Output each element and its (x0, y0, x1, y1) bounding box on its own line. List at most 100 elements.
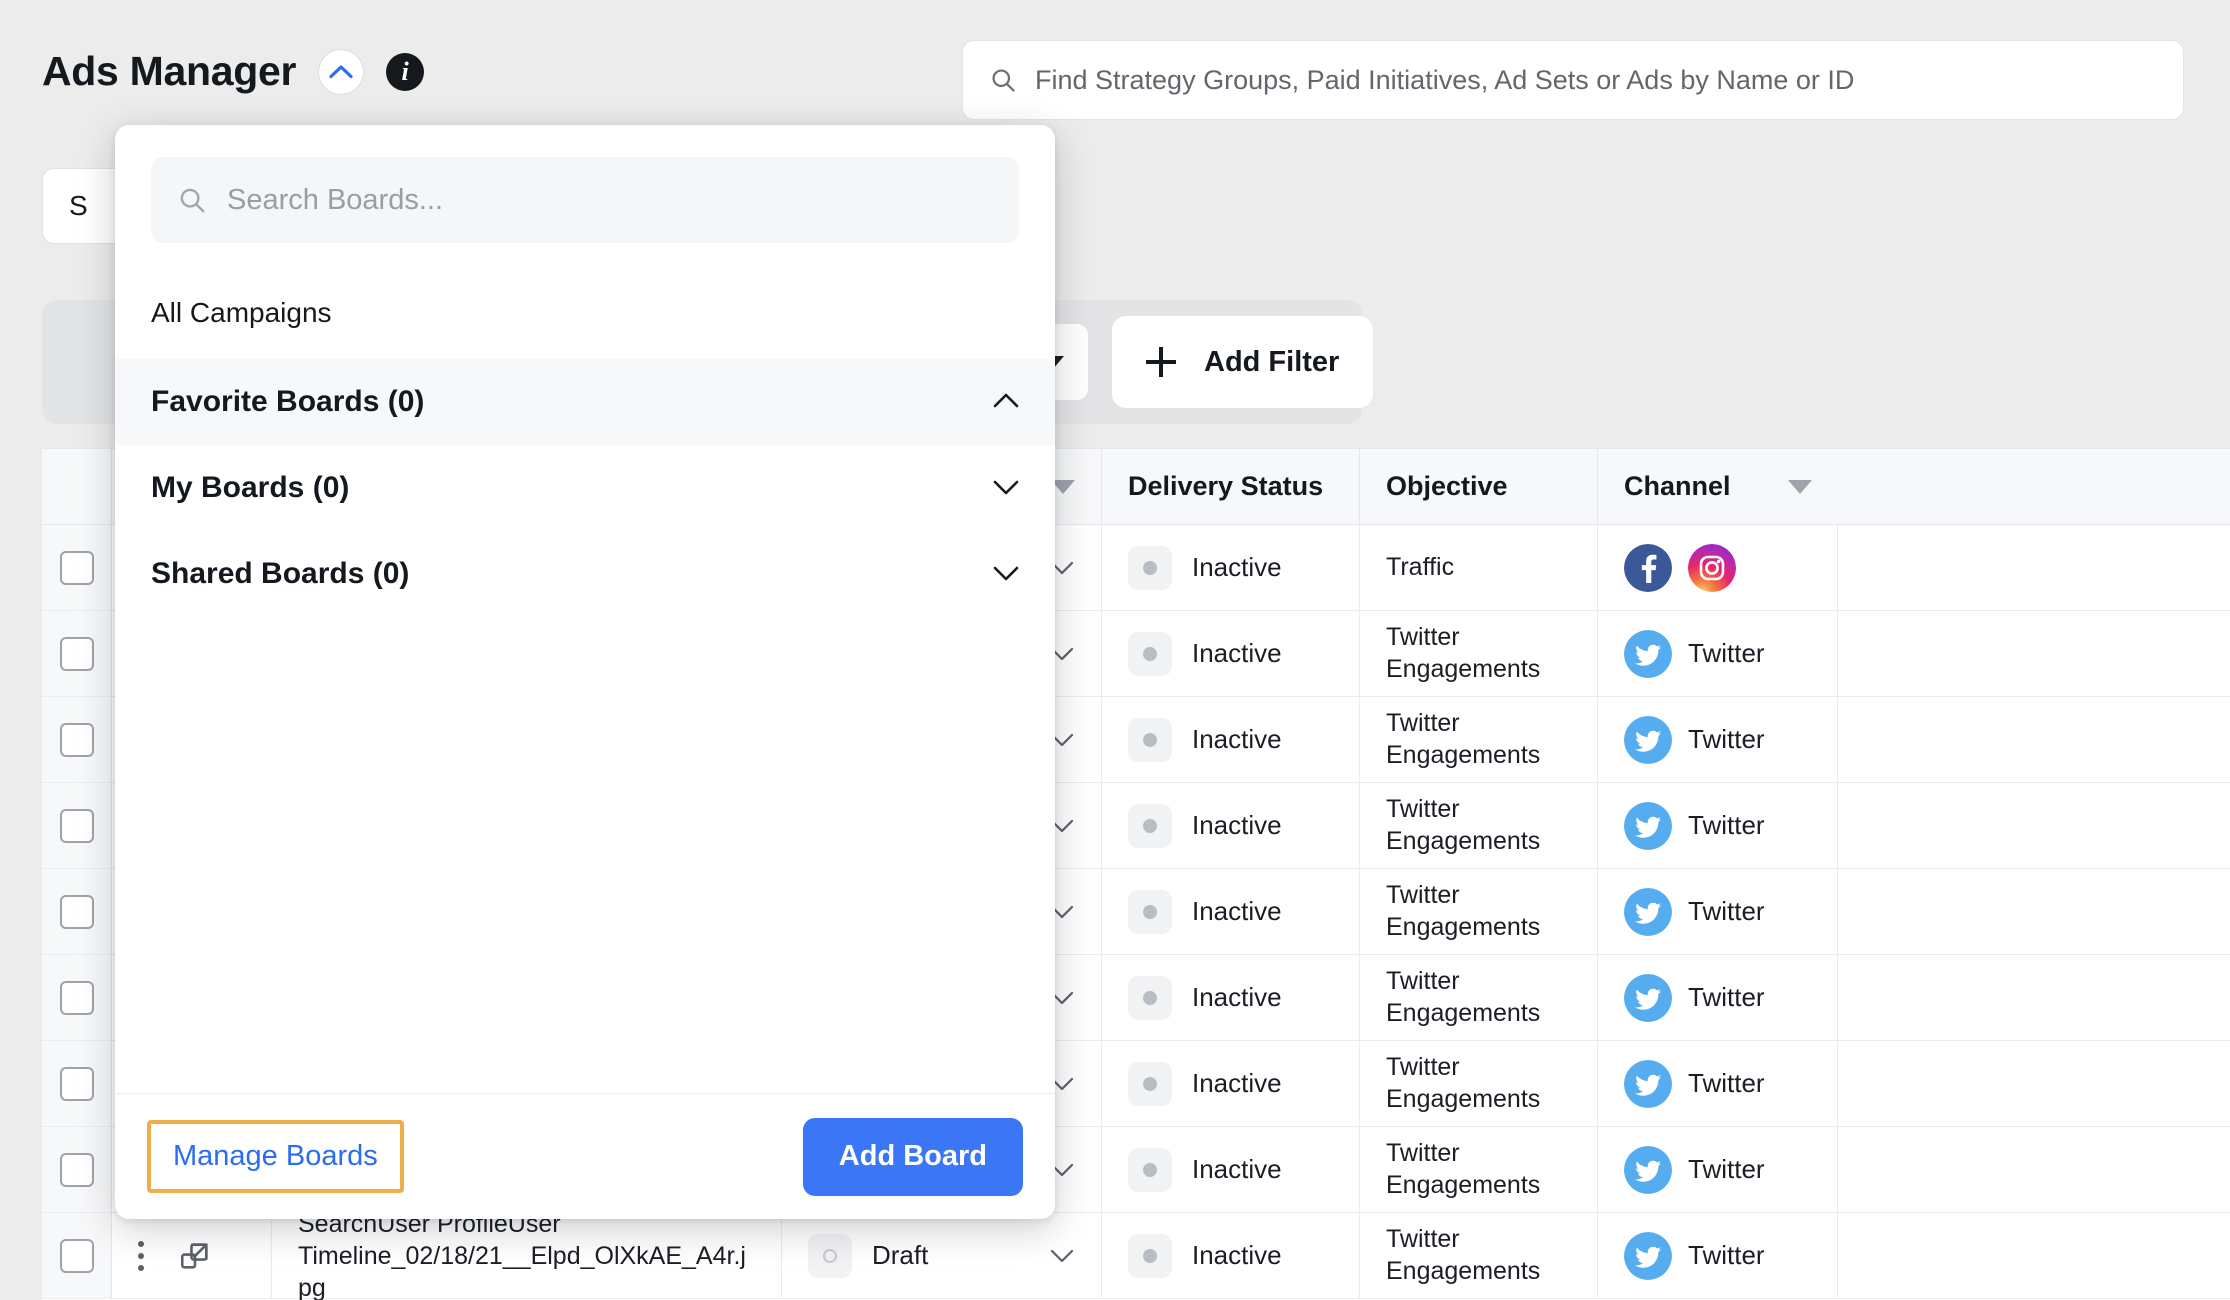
top-bar: Ads Manager i Find Strategy Groups, Paid… (0, 0, 2230, 138)
row-checkbox[interactable] (59, 550, 94, 585)
search-icon (992, 69, 1015, 92)
boards-popover: Search Boards... All Campaigns Favorite … (115, 125, 1055, 1219)
row-channel-label: Twitter (1688, 982, 1765, 1012)
row-delivery-label: Inactive (1192, 1068, 1282, 1098)
row-objective-cell: Twitter Engagements (1360, 1213, 1598, 1298)
row-channel-cell: Twitter (1598, 1127, 1838, 1212)
delivery-indicator-icon (1128, 1147, 1172, 1192)
boards-search-placeholder: Search Boards... (227, 183, 443, 216)
row-delivery-label: Inactive (1192, 724, 1282, 754)
row-select-cell[interactable] (42, 525, 112, 610)
row-delivery-label: Inactive (1192, 1154, 1282, 1184)
row-delivery-cell: Inactive (1102, 869, 1360, 954)
row-checkbox[interactable] (59, 1238, 94, 1273)
row-channel-cell: Twitter (1598, 955, 1838, 1040)
row-delivery-label: Inactive (1192, 982, 1282, 1012)
add-filter-label: Add Filter (1204, 345, 1340, 378)
manage-boards-link[interactable]: Manage Boards (147, 1120, 404, 1193)
row-name-label: SearchUser ProfileUser Timeline_02/18/21… (298, 1209, 746, 1300)
row-select-cell[interactable] (42, 1127, 112, 1212)
row-select-cell[interactable] (42, 869, 112, 954)
boards-group-label: Favorite Boards (0) (151, 385, 425, 418)
row-checkbox[interactable] (59, 722, 94, 757)
twitter-icon (1624, 629, 1672, 678)
row-objective-cell: Twitter Engagements (1360, 1041, 1598, 1126)
chevron-up-icon[interactable] (318, 48, 365, 95)
row-delivery-label: Inactive (1192, 896, 1282, 926)
twitter-icon (1624, 1059, 1672, 1108)
title-group: Ads Manager i (42, 48, 425, 95)
row-name-cell: SearchUser ProfileUser Timeline_02/18/21… (272, 1210, 782, 1300)
row-checkbox[interactable] (59, 636, 94, 671)
twitter-icon (1624, 1231, 1672, 1280)
chevron-down-icon (1050, 1249, 1074, 1262)
row-channel-label: Twitter (1688, 1240, 1765, 1270)
row-objective-label: Twitter Engagements (1386, 967, 1541, 1027)
boards-popover-footer: Manage Boards Add Board (115, 1093, 1055, 1219)
delivery-indicator-icon (1128, 545, 1172, 590)
row-channel-cell: Twitter (1598, 869, 1838, 954)
row-channel-cell (1598, 525, 1838, 610)
row-select-cell[interactable] (42, 1213, 112, 1298)
table-row[interactable]: SearchUser ProfileUser Timeline_02/18/21… (42, 1210, 2230, 1300)
twitter-icon (1624, 973, 1672, 1022)
row-channel-label: Twitter (1688, 724, 1765, 754)
row-channel-cell: Twitter (1598, 1213, 1838, 1298)
row-channel-cell: Twitter (1598, 783, 1838, 868)
boards-group-1[interactable]: My Boards (0) (115, 445, 1055, 531)
row-checkbox[interactable] (59, 808, 94, 843)
column-header-delivery-status[interactable]: Delivery Status (1102, 449, 1360, 524)
row-checkbox[interactable] (59, 894, 94, 929)
board-selector-label: S (69, 190, 88, 221)
row-channel-label: Twitter (1688, 638, 1765, 668)
row-select-cell[interactable] (42, 697, 112, 782)
chevron-down-icon[interactable] (993, 471, 1019, 505)
add-filter-button[interactable]: Add Filter (1112, 316, 1374, 408)
info-glyph: i (401, 56, 409, 86)
row-delivery-label: Inactive (1192, 1240, 1282, 1270)
column-header-delivery-status-label: Delivery Status (1128, 471, 1324, 501)
info-icon[interactable]: i (386, 52, 425, 91)
global-search-input[interactable]: Find Strategy Groups, Paid Initiatives, … (962, 40, 2184, 120)
delivery-indicator-icon (1128, 889, 1172, 934)
chevron-up-icon (993, 393, 1019, 408)
chevron-up-icon[interactable] (993, 385, 1019, 419)
boards-search-input[interactable]: Search Boards... (151, 157, 1019, 243)
add-board-button[interactable]: Add Board (802, 1117, 1023, 1196)
twitter-icon (1624, 801, 1672, 850)
open-in-new-icon[interactable] (178, 1239, 212, 1273)
sort-caret-down-icon[interactable] (1788, 479, 1812, 494)
row-select-cell[interactable] (42, 611, 112, 696)
row-checkbox[interactable] (59, 1152, 94, 1187)
row-objective-label: Traffic (1386, 552, 1455, 581)
more-vertical-icon[interactable] (138, 1240, 144, 1271)
row-objective-cell: Twitter Engagements (1360, 1127, 1598, 1212)
column-header-objective[interactable]: Objective (1360, 449, 1598, 524)
boards-group-label: My Boards (0) (151, 471, 350, 504)
row-select-cell[interactable] (42, 783, 112, 868)
row-objective-label: Twitter Engagements (1386, 1139, 1541, 1199)
chevron-down-icon (993, 480, 1019, 495)
row-status-cell[interactable]: Draft (782, 1213, 1102, 1298)
boards-search-wrap: Search Boards... (115, 125, 1055, 243)
chevron-down-icon[interactable] (993, 557, 1019, 591)
boards-group-2[interactable]: Shared Boards (0) (115, 531, 1055, 617)
delivery-indicator-icon (1128, 803, 1172, 848)
twitter-icon (1624, 887, 1672, 936)
boards-group-0[interactable]: Favorite Boards (0) (115, 359, 1055, 445)
plus-icon (1146, 347, 1176, 377)
row-select-cell[interactable] (42, 955, 112, 1040)
row-checkbox[interactable] (59, 980, 94, 1015)
column-header-channel[interactable]: Channel (1598, 449, 1838, 524)
row-objective-label: Twitter Engagements (1386, 795, 1541, 855)
column-header-channel-label: Channel (1624, 471, 1731, 501)
boards-list: All Campaigns Favorite Boards (0) My Boar… (115, 243, 1055, 1093)
row-checkbox[interactable] (59, 1066, 94, 1101)
delivery-indicator-icon (1128, 1061, 1172, 1106)
row-select-cell[interactable] (42, 1041, 112, 1126)
row-channel-label: Twitter (1688, 896, 1765, 926)
boards-item-all-campaigns[interactable]: All Campaigns (115, 267, 1055, 359)
twitter-icon (1624, 715, 1672, 764)
boards-group-label: Shared Boards (0) (151, 557, 410, 590)
row-actions-cell (112, 1213, 272, 1298)
